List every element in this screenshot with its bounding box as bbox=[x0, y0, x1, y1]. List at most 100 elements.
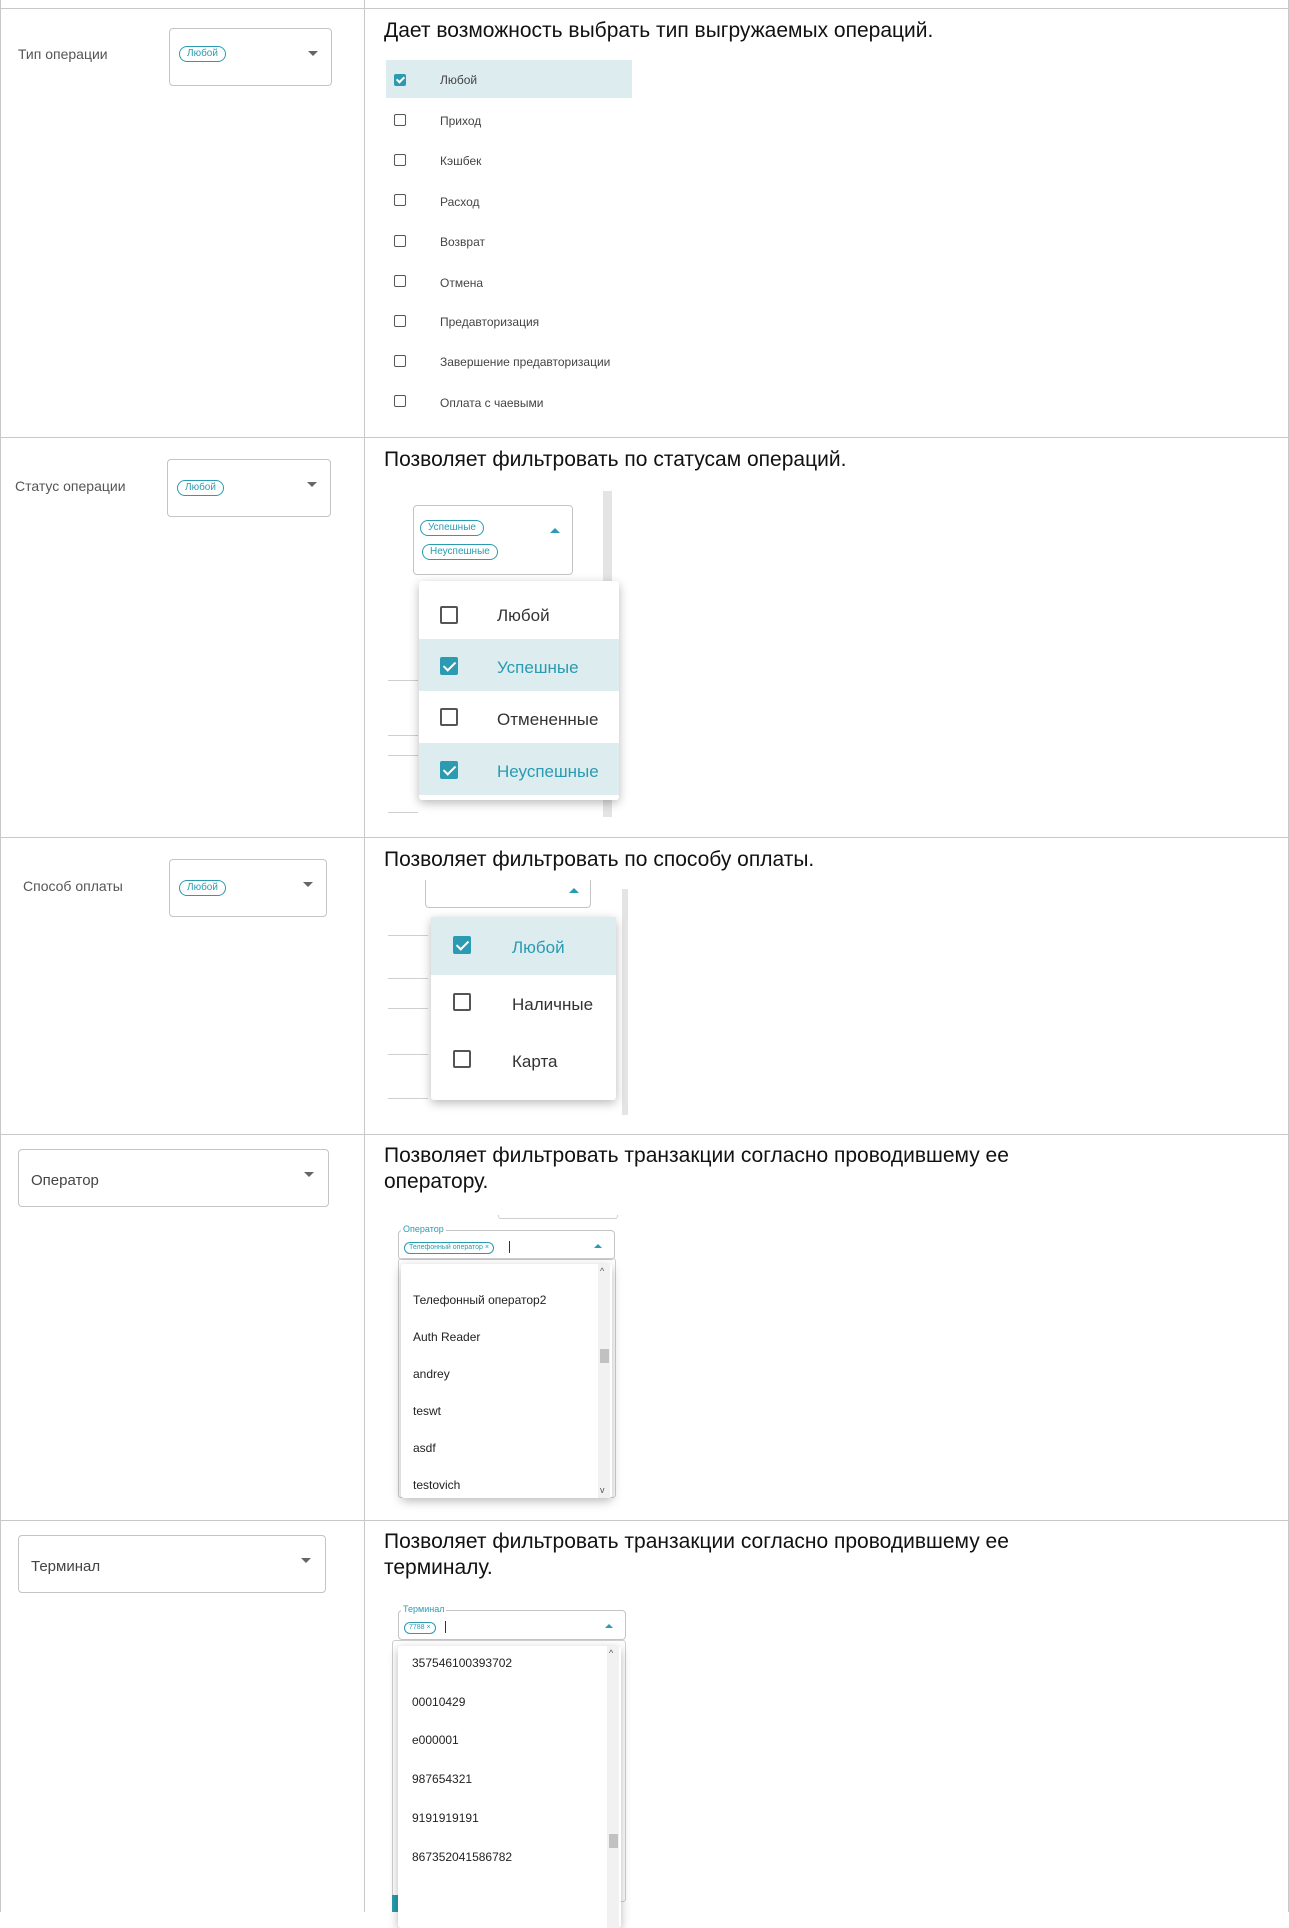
selected-chip[interactable]: Успешные bbox=[420, 520, 484, 536]
status-select-open[interactable]: Успешные Неуспешные bbox=[413, 505, 573, 575]
field-label: Статус операции bbox=[15, 478, 126, 494]
description: Позволяет фильтровать по способу оплаты. bbox=[384, 848, 815, 871]
divider bbox=[388, 978, 428, 979]
option-label: Карта bbox=[512, 1052, 558, 1071]
option-label: Кэшбек bbox=[440, 154, 482, 168]
checkbox-icon[interactable] bbox=[394, 355, 406, 367]
terminal-select[interactable]: Терминал bbox=[18, 1535, 326, 1593]
terminal-dropdown: 357546100393702 00010429 e000001 9876543… bbox=[398, 1646, 621, 1928]
operator-select[interactable]: Оператор bbox=[18, 1149, 329, 1207]
scroll-up-icon[interactable]: ^ bbox=[609, 1649, 613, 1658]
payment-method-select[interactable]: Любой bbox=[169, 859, 327, 917]
option-label: Приход bbox=[440, 114, 482, 128]
selected-chip[interactable]: Любой bbox=[179, 880, 226, 896]
divider bbox=[388, 735, 418, 736]
payment-dropdown: Любой Наличные Карта bbox=[431, 917, 616, 1100]
list-item[interactable]: 867352041586782 bbox=[412, 1850, 512, 1864]
field-label: Тип операции bbox=[18, 46, 108, 62]
checkbox-icon[interactable] bbox=[440, 606, 458, 624]
scrollbar-thumb[interactable] bbox=[609, 1834, 618, 1848]
checkbox-checked-icon[interactable] bbox=[453, 936, 471, 954]
chevron-down-icon[interactable] bbox=[303, 882, 313, 887]
selected-chip[interactable]: Любой bbox=[179, 46, 226, 62]
option-label: Наличные bbox=[512, 995, 594, 1014]
row-divider bbox=[0, 837, 1289, 838]
selected-chip[interactable]: Любой bbox=[177, 480, 224, 496]
chevron-up-icon[interactable] bbox=[569, 888, 579, 893]
checkbox-checked-icon[interactable] bbox=[394, 74, 406, 86]
divider bbox=[388, 935, 428, 936]
field-label: Оператор bbox=[31, 1172, 99, 1189]
option-label: Неуспешные bbox=[497, 762, 599, 781]
list-item[interactable]: andrey bbox=[413, 1367, 450, 1381]
list-item[interactable]: e000001 bbox=[412, 1733, 459, 1747]
scroll-up-icon[interactable]: ^ bbox=[600, 1267, 604, 1276]
list-item[interactable]: 00010429 bbox=[412, 1695, 465, 1709]
description-line: Позволяет фильтровать транзакции согласн… bbox=[384, 1530, 1009, 1553]
operator-select-open[interactable]: Оператор Телефонный оператор × bbox=[398, 1224, 615, 1260]
checkbox-icon[interactable] bbox=[394, 114, 406, 126]
checkbox-checked-icon[interactable] bbox=[440, 657, 458, 675]
row-divider bbox=[0, 1134, 1289, 1135]
divider bbox=[388, 1054, 428, 1055]
option-label: Любой bbox=[512, 938, 565, 957]
selected-chip[interactable]: Телефонный оператор × bbox=[404, 1242, 494, 1254]
column-divider bbox=[364, 0, 365, 1912]
terminal-select-open[interactable]: Терминал 7788 × bbox=[398, 1604, 626, 1640]
checkbox-icon[interactable] bbox=[394, 154, 406, 166]
selected-chip[interactable]: Неуспешные bbox=[422, 544, 498, 560]
chevron-up-icon[interactable] bbox=[594, 1244, 602, 1248]
checkbox-icon[interactable] bbox=[394, 275, 406, 287]
option-label: Расход bbox=[440, 195, 480, 209]
chevron-down-icon[interactable] bbox=[308, 51, 318, 56]
operation-status-select[interactable]: Любой bbox=[167, 459, 331, 517]
row-divider bbox=[0, 1520, 1289, 1521]
scrollbar-thumb[interactable] bbox=[600, 1349, 609, 1363]
checkbox-icon[interactable] bbox=[394, 395, 406, 407]
chevron-down-icon[interactable] bbox=[307, 482, 317, 487]
checkbox-icon[interactable] bbox=[394, 235, 406, 247]
checkbox-icon[interactable] bbox=[453, 1050, 471, 1068]
divider bbox=[388, 812, 418, 813]
option-label: Завершение предавторизации bbox=[440, 355, 611, 369]
row-divider bbox=[0, 8, 1289, 9]
option-label: Любой bbox=[497, 606, 550, 625]
filters-table bbox=[0, 0, 1289, 1912]
list-item[interactable]: Auth Reader bbox=[413, 1330, 480, 1344]
selected-chip[interactable]: 7788 × bbox=[404, 1622, 436, 1634]
field-label: Терминал bbox=[31, 1558, 101, 1575]
option-highlight bbox=[386, 60, 632, 98]
divider bbox=[388, 1008, 428, 1009]
chevron-down-icon[interactable] bbox=[304, 1172, 314, 1177]
operation-type-select[interactable]: Любой bbox=[169, 28, 332, 86]
payment-select-open[interactable] bbox=[425, 880, 591, 908]
row-divider bbox=[0, 437, 1289, 438]
chevron-up-icon[interactable] bbox=[605, 1624, 613, 1628]
list-item[interactable]: testovich bbox=[413, 1478, 460, 1492]
checkbox-icon[interactable] bbox=[440, 708, 458, 726]
scrollbar[interactable] bbox=[598, 1264, 610, 1498]
list-item[interactable]: Телефонный оператор2 bbox=[413, 1293, 546, 1307]
list-item[interactable]: 9191919191 bbox=[412, 1811, 479, 1825]
chevron-up-icon[interactable] bbox=[550, 528, 560, 533]
scroll-down-icon[interactable]: v bbox=[600, 1486, 605, 1495]
divider bbox=[388, 755, 418, 756]
option-label: Успешные bbox=[497, 658, 579, 677]
divider bbox=[388, 1098, 428, 1099]
description-line: Позволяет фильтровать транзакции согласн… bbox=[384, 1144, 1009, 1167]
checkbox-icon[interactable] bbox=[394, 194, 406, 206]
list-item[interactable]: teswt bbox=[413, 1404, 441, 1418]
column-divider bbox=[0, 0, 1, 1912]
description: Позволяет фильтровать по статусам операц… bbox=[384, 448, 847, 471]
description-line: оператору. bbox=[384, 1170, 489, 1193]
list-item[interactable]: 357546100393702 bbox=[412, 1656, 512, 1670]
list-item[interactable]: 987654321 bbox=[412, 1772, 472, 1786]
scrollbar[interactable] bbox=[607, 1646, 619, 1928]
checkbox-icon[interactable] bbox=[394, 315, 406, 327]
option-label: Отмена bbox=[440, 276, 484, 290]
checkbox-checked-icon[interactable] bbox=[440, 761, 458, 779]
description: Дает возможность выбрать тип выгружаемых… bbox=[384, 19, 934, 42]
list-item[interactable]: asdf bbox=[413, 1441, 436, 1455]
chevron-down-icon[interactable] bbox=[301, 1558, 311, 1563]
checkbox-icon[interactable] bbox=[453, 993, 471, 1011]
